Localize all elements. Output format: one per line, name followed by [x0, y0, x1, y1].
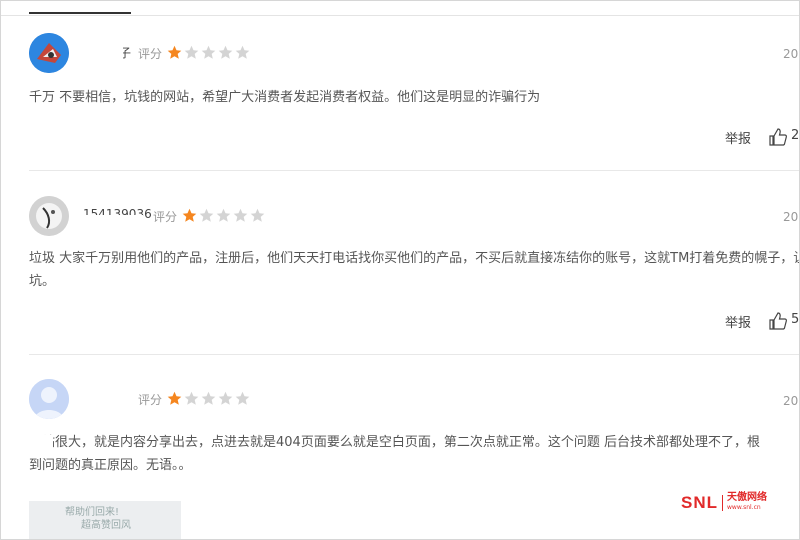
- watermark-separator: [722, 495, 723, 511]
- score-label: 评分: [153, 210, 178, 224]
- rating-stars: [182, 208, 265, 223]
- star-filled-icon: [167, 45, 182, 59]
- star-empty-icon: [216, 208, 231, 222]
- star-empty-icon: [250, 208, 265, 222]
- star-empty-icon: [233, 208, 248, 222]
- report-button[interactable]: 举报: [725, 312, 751, 331]
- watermark-logo: SNL: [681, 493, 718, 512]
- reviews-panel: 小陈哈子 评分 20 千万 不要相信，坑钱的网站，希望广大消费者发起消费者权益。…: [0, 0, 800, 540]
- attachment-text: 超高赞回风: [81, 520, 131, 531]
- username-redaction: [71, 215, 143, 225]
- star-empty-icon: [201, 391, 216, 405]
- avatar-image-icon: [29, 33, 69, 73]
- review-divider: [29, 170, 799, 171]
- review-content-line: 坑。: [29, 274, 56, 289]
- star-empty-icon: [199, 208, 214, 222]
- review-content: 千万 不要相信，坑钱的网站，希望广大消费者发起消费者权益。他们这是明显的诈骗行为: [29, 86, 799, 109]
- star-empty-icon: [184, 45, 199, 59]
- like-count: 2: [791, 128, 800, 143]
- score-label: 评分: [138, 393, 163, 407]
- user-avatar[interactable]: [29, 33, 69, 73]
- score-label: 评分: [138, 47, 163, 61]
- review-content-line: 垃圾 大家千万别用他们的产品，注册后，他们天天打电话找你买他们的产品，不买后就直…: [29, 251, 800, 266]
- thumbs-up-icon[interactable]: [768, 311, 788, 331]
- review-content: 垃圾 大家千万别用他们的产品，注册后，他们天天打电话找你买他们的产品，不买后就直…: [29, 247, 800, 293]
- user-avatar[interactable]: [29, 196, 69, 236]
- watermark-name: 天傲网络: [727, 492, 767, 503]
- user-avatar[interactable]: [29, 379, 69, 419]
- like-count: 5: [791, 312, 800, 327]
- review-date: 20: [783, 47, 799, 61]
- star-empty-icon: [235, 391, 250, 405]
- watermark-url: www.snl.cn: [727, 504, 761, 511]
- star-empty-icon: [184, 391, 199, 405]
- rating-stars: [167, 45, 250, 60]
- review-divider: [29, 354, 799, 355]
- star-empty-icon: [201, 45, 216, 59]
- review-content-line: 网站很大，就是内容分享出去，点进去就是404页面要么就是空白页面，第二次点就正常…: [29, 435, 760, 450]
- review-content: 网站很大，就是内容分享出去，点进去就是404页面要么就是空白页面，第二次点就正常…: [29, 431, 799, 477]
- review-content-line: 到问题的真正原因。无语。。: [29, 458, 192, 473]
- report-button[interactable]: 举报: [725, 128, 751, 147]
- thumbs-up-icon[interactable]: [768, 127, 788, 147]
- star-empty-icon: [218, 391, 233, 405]
- review-date: 20: [783, 210, 799, 224]
- active-tab-indicator: [29, 12, 131, 14]
- tab-bar: [1, 1, 799, 16]
- default-avatar-icon: [29, 379, 69, 419]
- avatar-image-icon: [29, 196, 69, 236]
- star-empty-icon: [218, 45, 233, 59]
- rating-stars: [167, 391, 250, 406]
- star-filled-icon: [167, 391, 182, 405]
- content-redaction: [29, 435, 53, 451]
- review-attachment-image[interactable]: 帮助们回来! 超高赞回风: [29, 501, 181, 539]
- username-redaction: [71, 43, 123, 59]
- star-empty-icon: [235, 45, 250, 59]
- star-filled-icon: [182, 208, 197, 222]
- watermark: SNL 天傲网络 www.snl.cn: [681, 493, 767, 513]
- review-date: 20: [783, 394, 799, 408]
- review-content-line: 千万 不要相信，坑钱的网站，希望广大消费者发起消费者权益。他们这是明显的诈骗行为: [29, 90, 541, 105]
